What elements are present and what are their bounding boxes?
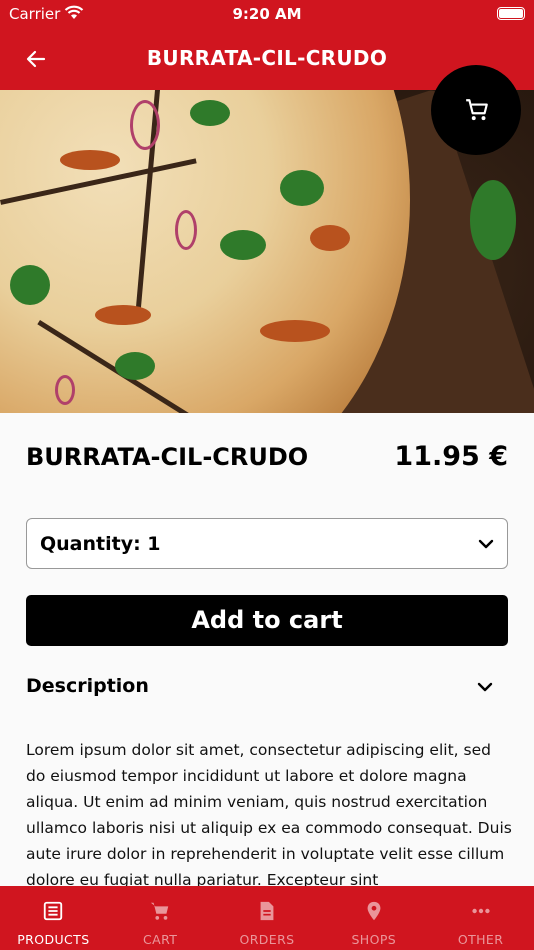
page-title: BURRATA-CIL-CRUDO <box>146 46 388 70</box>
sauce-topping <box>60 150 120 170</box>
tab-label: OTHER <box>457 932 504 947</box>
sauce-topping <box>260 320 330 342</box>
description-text: Lorem ipsum dolor sit amet, consectetur … <box>26 741 512 889</box>
add-to-cart-button[interactable]: Add to cart <box>26 595 508 646</box>
onion-topping <box>175 210 197 250</box>
pizza-image <box>0 90 410 413</box>
onion-topping <box>130 100 160 150</box>
tab-label: PRODUCTS <box>17 932 90 947</box>
document-icon <box>260 901 274 921</box>
tab-label: ORDERS <box>239 932 295 947</box>
herb-topping <box>470 180 516 260</box>
floating-cart-button[interactable] <box>431 65 521 155</box>
list-icon <box>44 901 63 921</box>
product-name: BURRATA-CIL-CRUDO <box>26 443 309 471</box>
chevron-down-icon[interactable] <box>476 678 494 700</box>
cart-icon <box>466 99 488 121</box>
onion-topping <box>55 375 75 405</box>
chevron-down-icon <box>477 535 495 557</box>
herb-topping <box>10 265 50 305</box>
tab-cart[interactable]: CART <box>107 886 214 950</box>
herb-topping <box>220 230 266 260</box>
herb-topping <box>280 170 324 206</box>
bottom-tab-bar: PRODUCTS CART ORDERS SHOPS OTHER <box>0 886 534 950</box>
herb-topping <box>115 352 155 380</box>
description-heading[interactable]: Description <box>26 675 149 697</box>
more-dots-icon <box>471 908 490 914</box>
location-pin-icon <box>367 901 381 921</box>
quantity-select[interactable]: Quantity: 1 <box>26 518 508 569</box>
battery-icon <box>497 7 525 20</box>
quantity-label: Quantity: 1 <box>40 533 161 555</box>
clock: 9:20 AM <box>232 5 302 23</box>
tab-label: SHOPS <box>351 932 397 947</box>
sauce-topping <box>310 225 350 251</box>
tab-orders[interactable]: ORDERS <box>214 886 321 950</box>
tab-label: CART <box>143 932 178 947</box>
herb-topping <box>190 100 230 126</box>
tab-products[interactable]: PRODUCTS <box>0 886 107 950</box>
sauce-topping <box>95 305 151 325</box>
tab-other[interactable]: OTHER <box>427 886 534 950</box>
cart-icon <box>151 902 169 920</box>
product-price: 11.95 € <box>394 441 508 472</box>
tab-shops[interactable]: SHOPS <box>320 886 427 950</box>
status-bar: Carrier 9:20 AM <box>0 0 534 28</box>
